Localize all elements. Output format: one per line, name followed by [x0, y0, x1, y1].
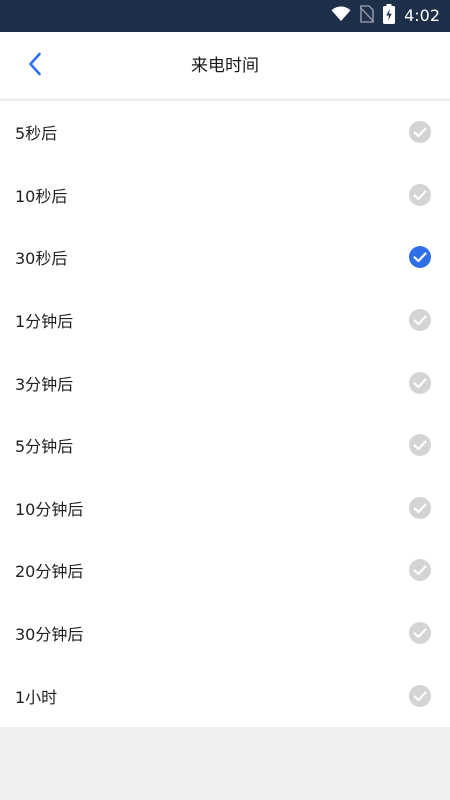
option-label: 30秒后 [15, 249, 68, 269]
chevron-left-icon [28, 52, 42, 80]
status-time: 4:02 [404, 6, 440, 25]
option-label: 1小时 [15, 687, 58, 707]
option-label: 5秒后 [15, 124, 58, 144]
check-circle-icon [409, 684, 431, 707]
option-item-5min[interactable]: 5分钟后 [0, 414, 450, 477]
check-circle-icon [409, 622, 431, 645]
status-icons: 4:02 [331, 0, 440, 32]
option-label: 10分钟后 [15, 499, 84, 519]
option-item-30s[interactable]: 30秒后 [0, 226, 450, 289]
option-item-5s[interactable]: 5秒后 [0, 101, 450, 164]
option-label: 1分钟后 [15, 312, 74, 332]
option-list: 5秒后 10秒后 30秒后 1分钟后 3分钟后 5分钟后 10分钟后 20分钟后… [0, 101, 450, 727]
status-bar: 4:02 [0, 0, 450, 32]
check-circle-icon [409, 434, 431, 457]
wifi-icon [331, 6, 351, 26]
option-item-1hour[interactable]: 1小时 [0, 664, 450, 727]
empty-footer-area [0, 727, 450, 800]
option-label: 5分钟后 [15, 437, 74, 457]
check-circle-icon [409, 246, 431, 269]
check-circle-icon [409, 496, 431, 519]
check-circle-icon [409, 121, 431, 144]
option-label: 30分钟后 [15, 625, 84, 645]
option-item-10min[interactable]: 10分钟后 [0, 477, 450, 540]
no-sim-icon [359, 5, 375, 27]
battery-charging-icon [383, 4, 396, 28]
check-circle-icon [409, 309, 431, 332]
option-label: 10秒后 [15, 186, 68, 206]
option-label: 3分钟后 [15, 374, 74, 394]
option-item-20min[interactable]: 20分钟后 [0, 539, 450, 602]
check-circle-icon [409, 371, 431, 394]
back-button[interactable] [18, 48, 52, 84]
option-label: 20分钟后 [15, 562, 84, 582]
page-title: 来电时间 [191, 56, 259, 76]
option-item-10s[interactable]: 10秒后 [0, 164, 450, 227]
option-item-1min[interactable]: 1分钟后 [0, 289, 450, 352]
app-bar: 来电时间 [0, 32, 450, 100]
check-circle-icon [409, 559, 431, 582]
option-item-3min[interactable]: 3分钟后 [0, 351, 450, 414]
option-item-30min[interactable]: 30分钟后 [0, 602, 450, 665]
check-circle-icon [409, 183, 431, 206]
